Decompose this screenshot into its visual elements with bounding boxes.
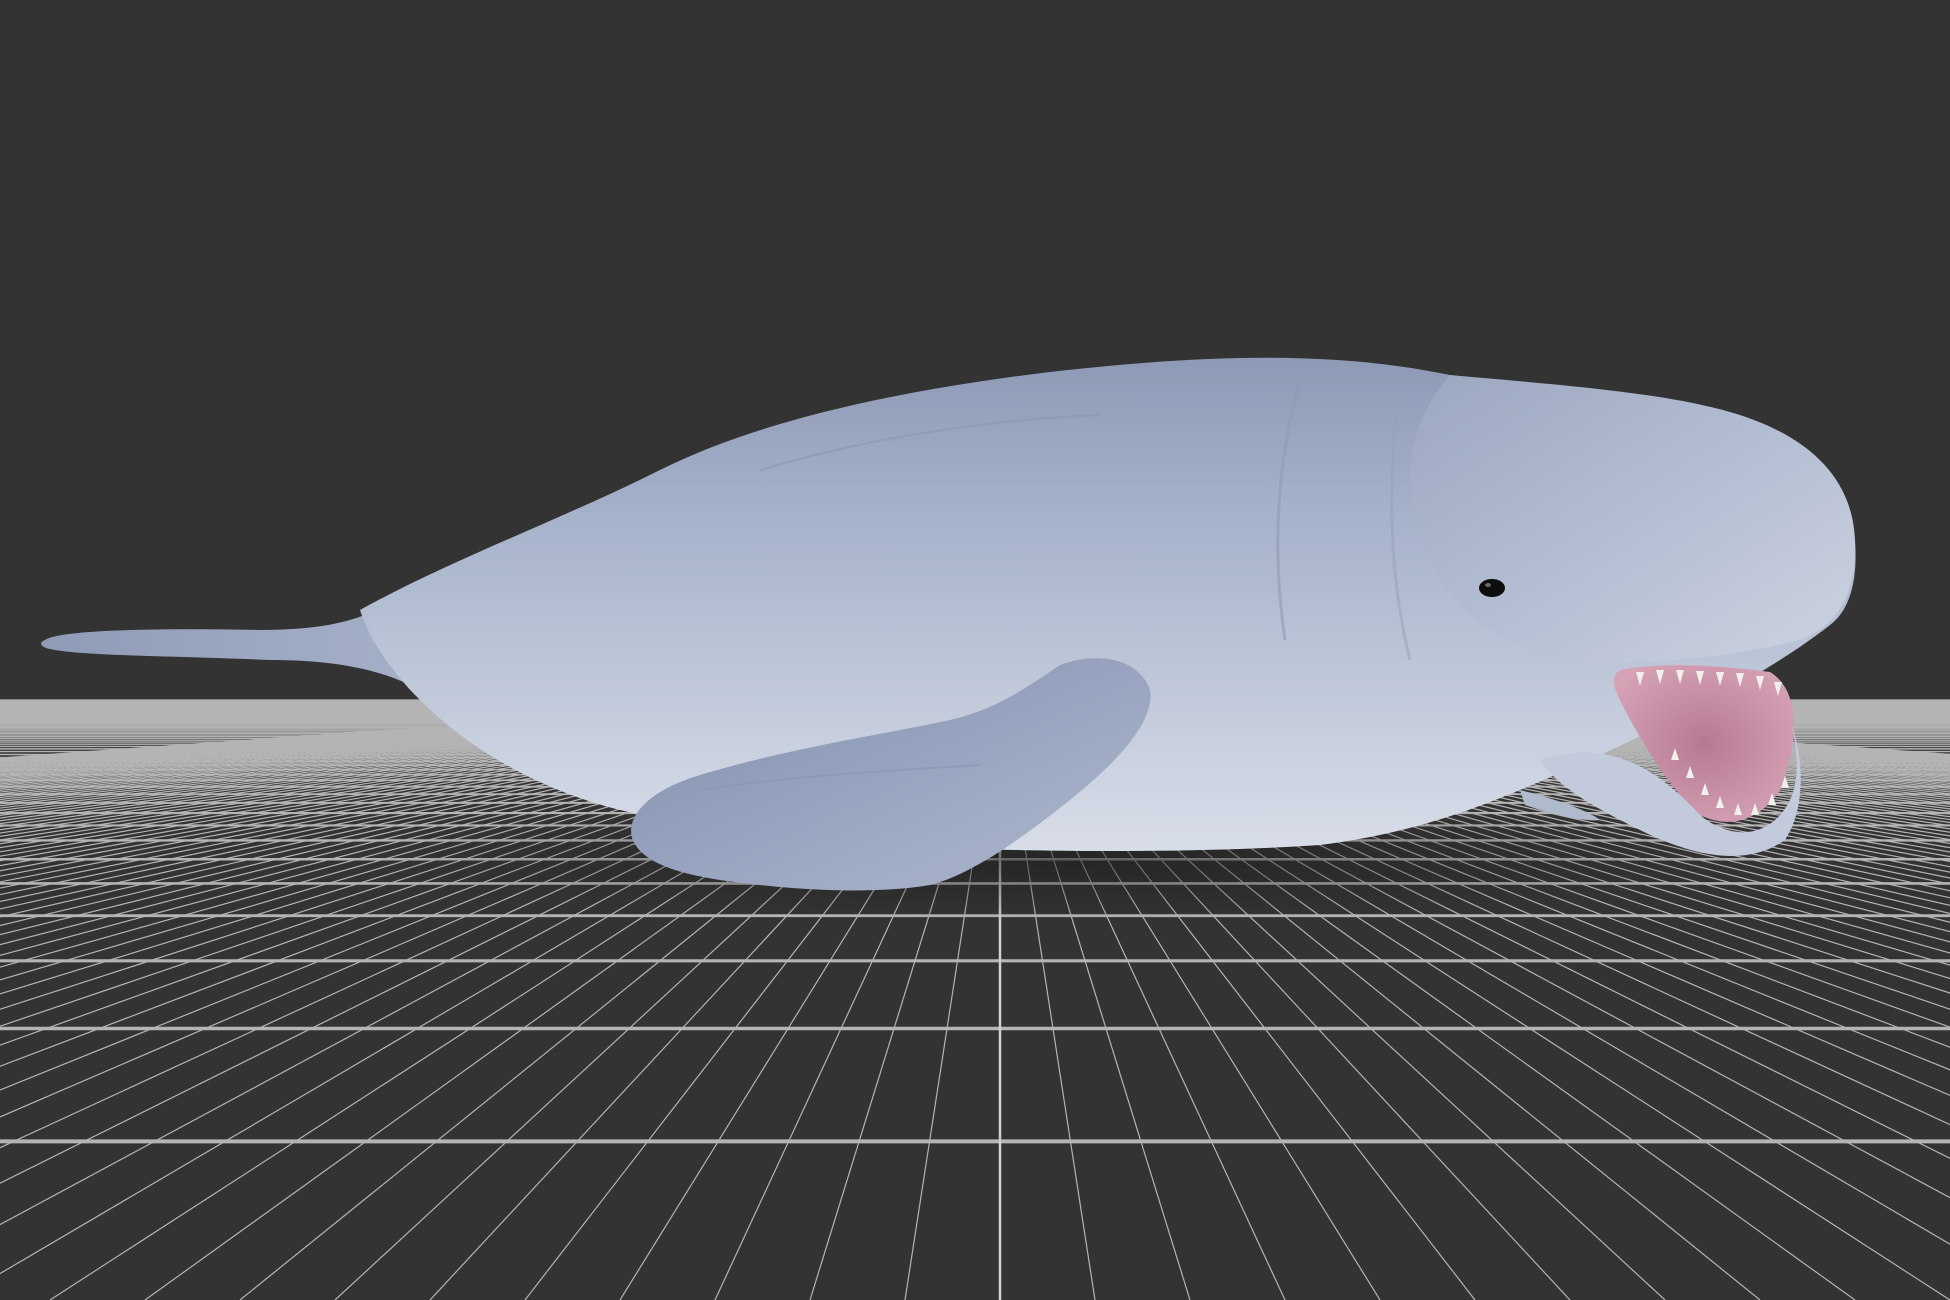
viewport-canvas[interactable] <box>0 0 1950 1300</box>
whale-eye <box>1479 579 1505 597</box>
whale-eye-highlight <box>1485 583 1491 587</box>
3d-viewport[interactable] <box>0 0 1950 1300</box>
